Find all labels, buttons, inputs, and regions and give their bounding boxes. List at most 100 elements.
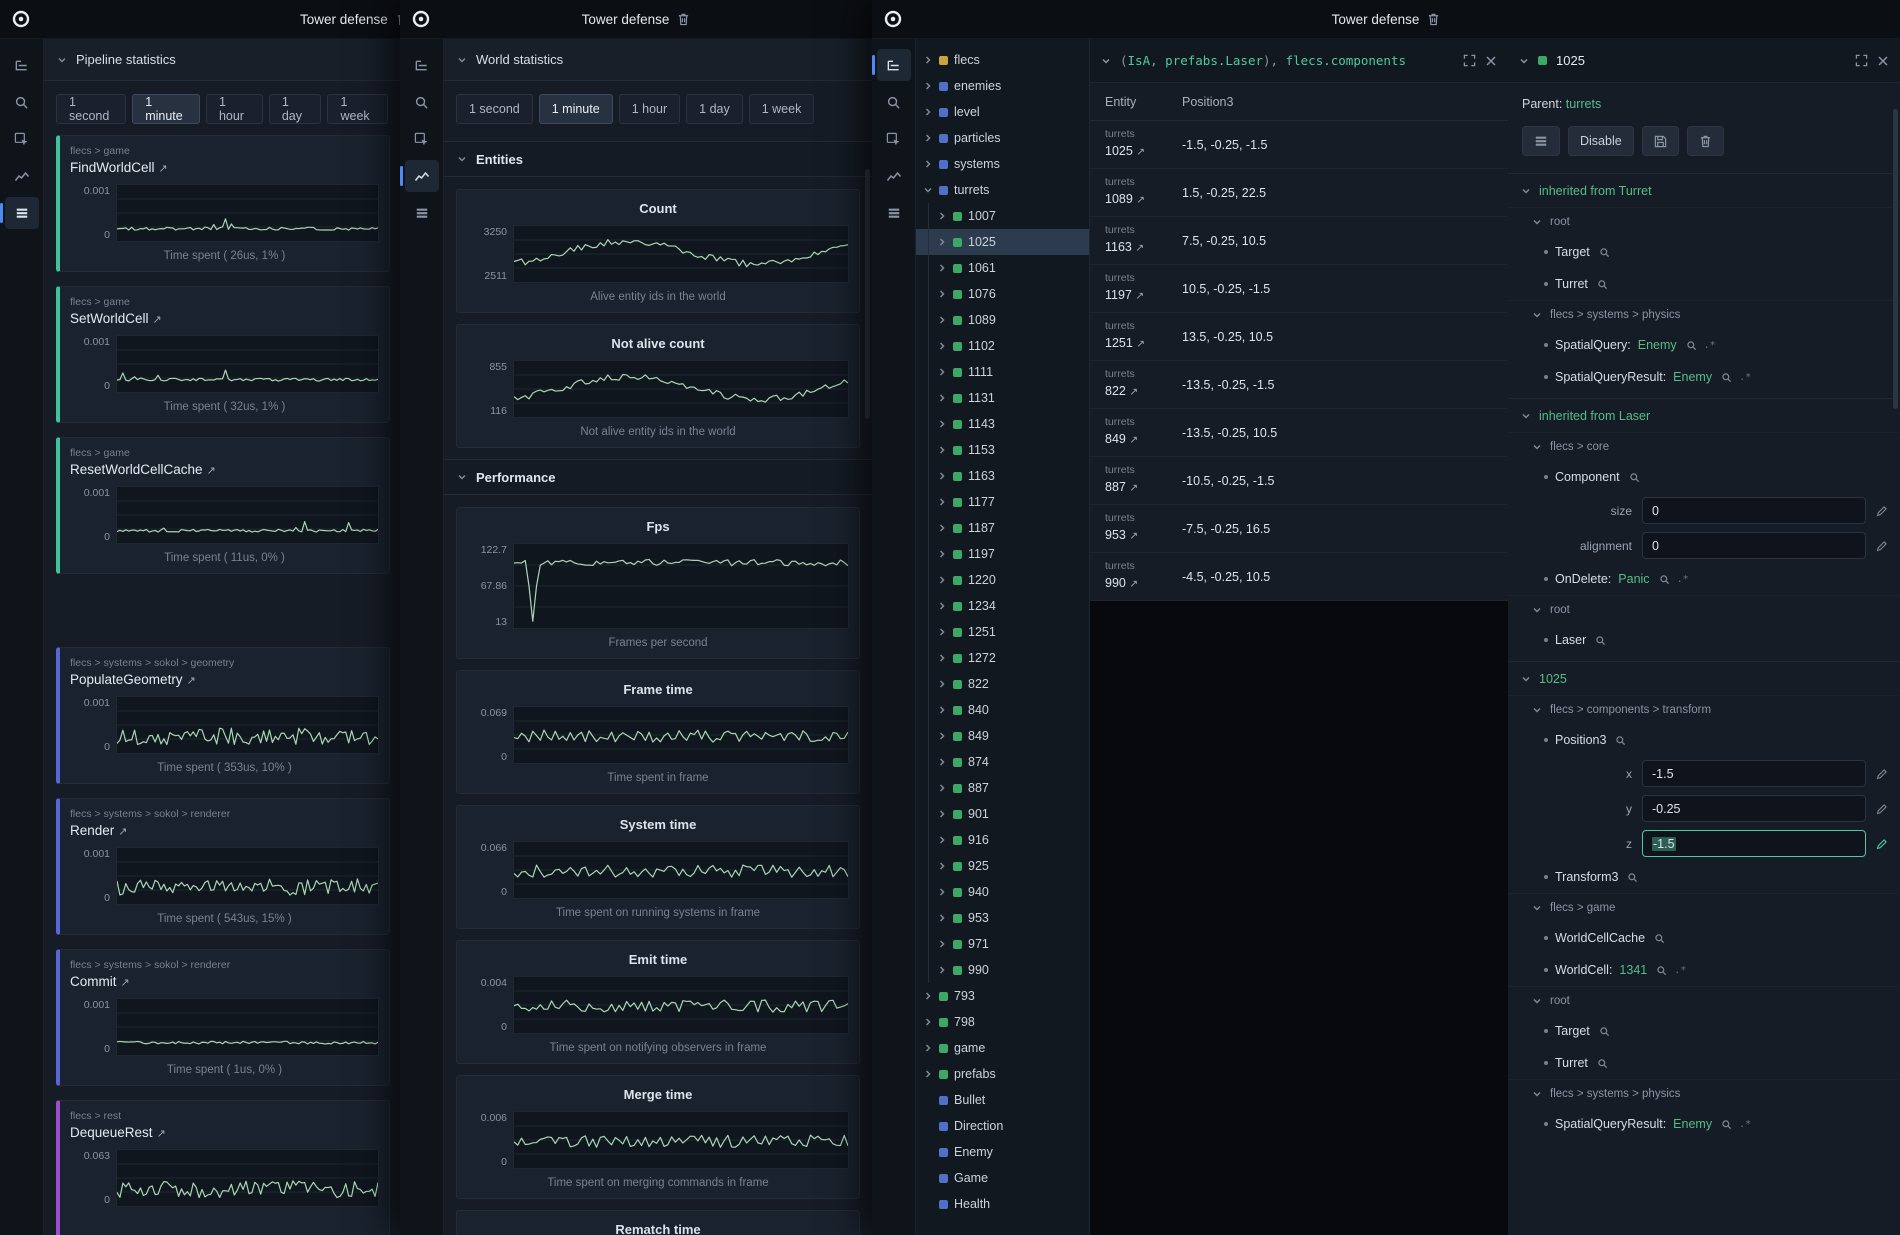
tree-item-Game[interactable]: Game <box>916 1165 1089 1191</box>
chart-icon[interactable] <box>5 160 39 192</box>
tree-item-turrets[interactable]: turrets <box>916 177 1089 203</box>
field-input-alignment[interactable]: 0 <box>1642 532 1866 559</box>
edit-icon[interactable] <box>1876 540 1888 552</box>
field-input-y[interactable]: -0.25 <box>1642 795 1866 822</box>
tree-item-953[interactable]: 953 <box>916 905 1089 931</box>
component-path[interactable]: root <box>1508 207 1900 236</box>
time-range-button-1-minute[interactable]: 1 minute <box>539 94 613 124</box>
query-result-row-887[interactable]: turrets887 ↗-10.5, -0.25, -1.5 <box>1090 457 1508 505</box>
edit-icon[interactable] <box>1876 768 1888 780</box>
tree-item-1272[interactable]: 1272 <box>916 645 1089 671</box>
entity-link[interactable]: 1197 ↗ <box>1105 288 1144 302</box>
time-range-button-1-day[interactable]: 1 day <box>269 94 322 124</box>
tree-item-925[interactable]: 925 <box>916 853 1089 879</box>
search-icon[interactable] <box>1615 735 1626 746</box>
tree-item-1163[interactable]: 1163 <box>916 463 1089 489</box>
chevron-down-icon[interactable] <box>1519 56 1529 66</box>
search-icon[interactable] <box>1597 1058 1608 1069</box>
tree-item-1131[interactable]: 1131 <box>916 385 1089 411</box>
tree-item-798[interactable]: 798 <box>916 1009 1089 1035</box>
search-icon[interactable] <box>1629 472 1640 483</box>
component-path[interactable]: flecs > core <box>1508 432 1900 461</box>
system-link[interactable]: ResetWorldCellCache↗ <box>70 462 379 477</box>
tree-item-Direction[interactable]: Direction <box>916 1113 1089 1139</box>
tree-item-822[interactable]: 822 <box>916 671 1089 697</box>
field-input-z[interactable]: -1.5 <box>1642 830 1866 857</box>
query-input[interactable]: (IsA, prefabs.Laser), flecs.components <box>1120 53 1454 68</box>
chart-icon[interactable] <box>405 160 439 192</box>
entity-link[interactable]: 1089 ↗ <box>1105 192 1145 206</box>
chart-icon[interactable] <box>877 160 911 192</box>
inspect-icon[interactable] <box>877 123 911 155</box>
tree-item-971[interactable]: 971 <box>916 931 1089 957</box>
entity-link[interactable]: 1163 ↗ <box>1105 240 1144 254</box>
inspector-group-inherited-from-Turret[interactable]: inherited from Turret <box>1508 173 1900 207</box>
tree-item-enemies[interactable]: enemies <box>916 73 1089 99</box>
time-range-button-1-week[interactable]: 1 week <box>327 94 388 124</box>
entity-link[interactable]: 1251 ↗ <box>1105 336 1145 350</box>
tree-item-1076[interactable]: 1076 <box>916 281 1089 307</box>
panel-header-world[interactable]: World statistics <box>444 39 872 81</box>
query-result-row-849[interactable]: turrets849 ↗-13.5, -0.25, 10.5 <box>1090 409 1508 457</box>
stats-icon[interactable] <box>877 197 911 229</box>
tree-item-901[interactable]: 901 <box>916 801 1089 827</box>
tree-item-Enemy[interactable]: Enemy <box>916 1139 1089 1165</box>
tree-item-793[interactable]: 793 <box>916 983 1089 1009</box>
search-icon[interactable] <box>5 86 39 118</box>
time-range-button-1-minute[interactable]: 1 minute <box>132 94 200 124</box>
tree-item-1089[interactable]: 1089 <box>916 307 1089 333</box>
tree-item-990[interactable]: 990 <box>916 957 1089 983</box>
time-range-button-1-hour[interactable]: 1 hour <box>619 94 680 124</box>
stats-icon[interactable] <box>5 197 39 229</box>
system-link[interactable]: FindWorldCell↗ <box>70 160 379 175</box>
component-path[interactable]: flecs > systems > physics <box>1508 1079 1900 1108</box>
field-input-x[interactable]: -1.5 <box>1642 760 1866 787</box>
entity-link[interactable]: 1025 ↗ <box>1105 144 1145 158</box>
trash-icon[interactable] <box>1427 12 1440 26</box>
system-link[interactable]: SetWorldCell↗ <box>70 311 379 326</box>
time-range-button-1-day[interactable]: 1 day <box>686 94 743 124</box>
tree-item-916[interactable]: 916 <box>916 827 1089 853</box>
inspect-icon[interactable] <box>405 123 439 155</box>
stats-icon[interactable] <box>405 197 439 229</box>
tree-icon[interactable] <box>405 49 439 81</box>
scrollbar-thumb[interactable] <box>865 169 870 419</box>
component-path[interactable]: flecs > systems > physics <box>1508 300 1900 329</box>
query-result-row-990[interactable]: turrets990 ↗-4.5, -0.25, 10.5 <box>1090 553 1508 601</box>
search-icon[interactable] <box>1654 933 1665 944</box>
component-value[interactable]: Enemy <box>1673 370 1712 384</box>
entity-link[interactable]: 849 ↗ <box>1105 432 1138 446</box>
query-result-row-1025[interactable]: turrets1025 ↗-1.5, -0.25, -1.5 <box>1090 121 1508 169</box>
query-result-row-1251[interactable]: turrets1251 ↗13.5, -0.25, 10.5 <box>1090 313 1508 361</box>
time-range-button-1-week[interactable]: 1 week <box>749 94 815 124</box>
close-icon[interactable] <box>1485 55 1497 67</box>
query-result-row-1089[interactable]: turrets1089 ↗1.5, -0.25, 22.5 <box>1090 169 1508 217</box>
section-header-performance[interactable]: Performance <box>444 459 872 495</box>
table-view-button[interactable] <box>1522 126 1560 156</box>
disable-button[interactable]: Disable <box>1568 126 1634 156</box>
search-icon[interactable] <box>1686 340 1697 351</box>
field-input-size[interactable]: 0 <box>1642 497 1866 524</box>
search-icon[interactable] <box>877 86 911 118</box>
system-link[interactable]: PopulateGeometry↗ <box>70 672 379 687</box>
tree-item-Health[interactable]: Health <box>916 1191 1089 1217</box>
search-icon[interactable] <box>405 86 439 118</box>
tree-item-1220[interactable]: 1220 <box>916 567 1089 593</box>
search-icon[interactable] <box>1599 1026 1610 1037</box>
tree-item-1153[interactable]: 1153 <box>916 437 1089 463</box>
search-icon[interactable] <box>1599 247 1610 258</box>
edit-icon[interactable] <box>1876 803 1888 815</box>
tree-item-level[interactable]: level <box>916 99 1089 125</box>
time-range-button-1-second[interactable]: 1 second <box>456 94 533 124</box>
component-path[interactable]: root <box>1508 986 1900 1015</box>
tree-item-874[interactable]: 874 <box>916 749 1089 775</box>
tree-item-1234[interactable]: 1234 <box>916 593 1089 619</box>
tree-item-887[interactable]: 887 <box>916 775 1089 801</box>
entity-link[interactable]: 953 ↗ <box>1105 528 1138 542</box>
inspector-group-inherited-from-Laser[interactable]: inherited from Laser <box>1508 398 1900 432</box>
search-icon[interactable] <box>1721 372 1732 383</box>
component-value[interactable]: Enemy <box>1673 1117 1712 1131</box>
system-link[interactable]: DequeueRest↗ <box>70 1125 379 1140</box>
tree-item-game[interactable]: game <box>916 1035 1089 1061</box>
edit-icon[interactable] <box>1876 838 1888 850</box>
